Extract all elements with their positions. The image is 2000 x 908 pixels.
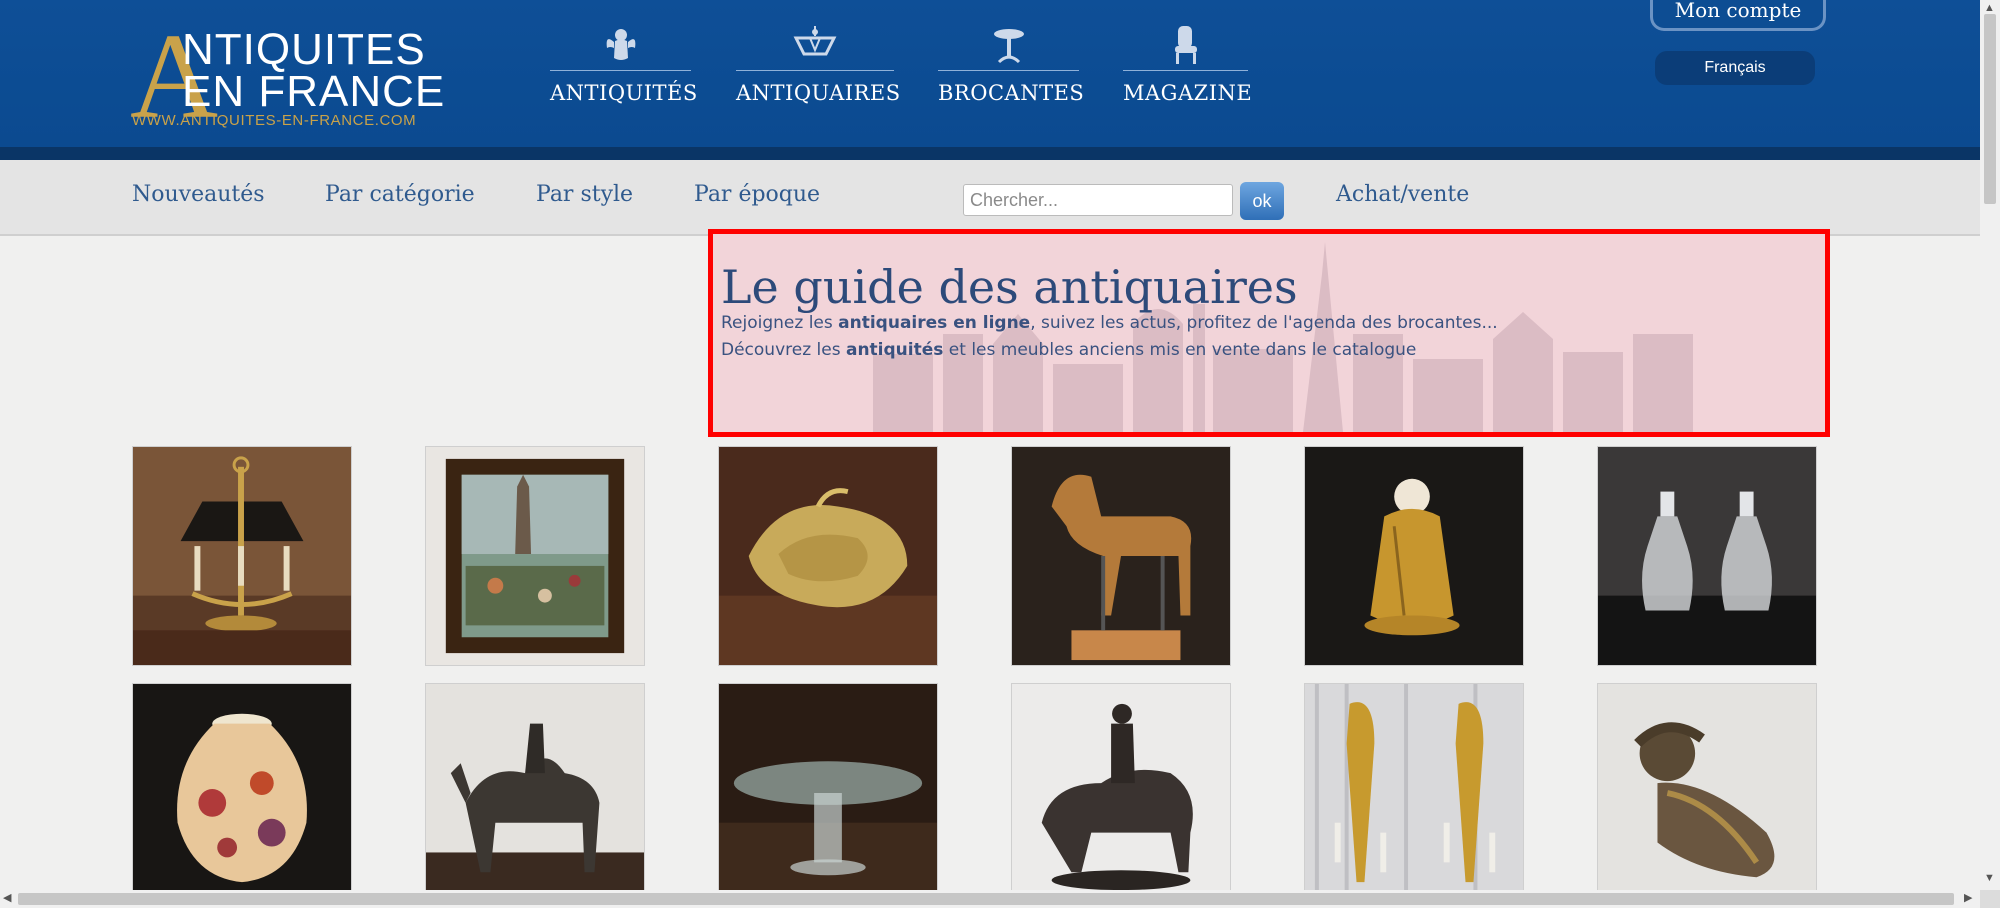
gilt-figure-image [1305, 447, 1523, 665]
chandelier-icon [793, 26, 837, 56]
subnav-nouveautes[interactable]: Nouveautés [132, 182, 265, 207]
product-thumb-8[interactable] [425, 683, 645, 903]
subnav-par-epoque[interactable]: Par époque [694, 182, 820, 207]
camel-rider-bronze-image [426, 684, 644, 902]
banner-line-2: Découvrez les antiquités et les meubles … [721, 340, 1416, 360]
banner-line-1: Rejoignez les antiquaires en ligne, suiv… [721, 313, 1498, 333]
nav-label: MAGAZINE [1123, 81, 1253, 105]
bouillotte-lamp-image [133, 447, 351, 665]
subnav-achat-vente[interactable]: Achat/vente [1336, 182, 1469, 207]
product-thumb-1[interactable] [132, 446, 352, 666]
glass-table-image [719, 684, 937, 902]
site-logo[interactable]: A NTIQUITES EN FRANCE WWW.ANTIQUITES-EN-… [130, 16, 450, 138]
nav-magazine[interactable]: MAGAZINE [1123, 24, 1252, 105]
banner-line-2-text: Découvrez les [721, 340, 846, 360]
vertical-scrollbar[interactable]: ▲ ▼ [1980, 0, 2000, 890]
scroll-up-arrow-icon[interactable]: ▲ [1984, 2, 1995, 14]
antiquites-link[interactable]: antiquités [846, 340, 943, 360]
guide-banner: Le guide des antiquaires Rejoignez les a… [708, 229, 1830, 437]
product-thumb-12[interactable] [1597, 683, 1817, 903]
banner-title: Le guide des antiquaires [721, 260, 1298, 314]
horizontal-scrollbar[interactable]: ◀ ▶ [0, 890, 1980, 908]
product-thumb-7[interactable] [132, 683, 352, 903]
product-thumb-6[interactable] [1597, 446, 1817, 666]
logo-line-1: NTIQUITES [182, 25, 426, 74]
scroll-right-arrow-icon[interactable]: ▶ [1964, 891, 1972, 904]
product-thumb-3[interactable] [718, 446, 938, 666]
nav-label: ANTIQUAIRES [736, 81, 901, 105]
logo-url: WWW.ANTIQUITES-EN-FRANCE.COM [132, 112, 417, 129]
scrollbar-corner [1980, 890, 2000, 908]
horizontal-scroll-thumb[interactable] [18, 893, 1954, 905]
antiquaires-en-ligne-link[interactable]: antiquaires en ligne [838, 313, 1030, 333]
reclining-child-bronze-image [1598, 684, 1816, 902]
product-thumb-10[interactable] [1011, 683, 1231, 903]
logo-line-2: EN FRANCE [182, 67, 446, 116]
subnav-par-categorie[interactable]: Par catégorie [325, 182, 475, 207]
nav-antiquites[interactable]: ANTIQUITÉS [550, 24, 697, 105]
product-thumb-11[interactable] [1304, 683, 1524, 903]
scroll-left-arrow-icon[interactable]: ◀ [3, 891, 11, 904]
floral-vase-image [133, 684, 351, 902]
site-header: A NTIQUITES EN FRANCE WWW.ANTIQUITES-EN-… [0, 0, 1980, 160]
product-thumb-9[interactable] [718, 683, 938, 903]
nav-label: BROCANTES [938, 81, 1085, 105]
horseman-bronze-image [1012, 684, 1230, 902]
cherub-icon [606, 29, 635, 60]
nav-label: ANTIQUITÉS [550, 81, 698, 105]
search-input[interactable] [963, 184, 1233, 216]
table-icon [993, 29, 1024, 64]
nav-antiquaires[interactable]: ANTIQUAIRES [736, 24, 900, 105]
chair-icon [1174, 26, 1197, 64]
wooden-horse-model-image [1012, 447, 1230, 665]
gilt-bronze-dish-image [719, 447, 937, 665]
product-thumb-2[interactable] [425, 446, 645, 666]
scroll-down-arrow-icon[interactable]: ▼ [1984, 872, 1995, 884]
product-thumb-4[interactable] [1011, 446, 1231, 666]
wall-sconces-image [1305, 684, 1523, 902]
banner-line-1-text-end: , suivez les actus, profitez de l'agenda… [1030, 313, 1498, 333]
language-selector[interactable]: Français [1655, 51, 1815, 85]
banner-line-1-text: Rejoignez les [721, 313, 839, 333]
banner-line-2-text-end: et les meubles anciens mis en vente dans… [943, 340, 1417, 360]
nav-brocantes[interactable]: BROCANTES [938, 24, 1084, 105]
product-thumb-5[interactable] [1304, 446, 1524, 666]
market-painting-image [426, 447, 644, 665]
search-button[interactable]: ok [1240, 182, 1284, 220]
subnav-par-style[interactable]: Par style [536, 182, 633, 207]
vertical-scroll-thumb[interactable] [1984, 14, 1996, 204]
secondary-nav: Nouveautés Par catégorie Par style Par é… [0, 160, 1980, 236]
account-button[interactable]: Mon compte [1650, 0, 1826, 31]
glass-decanters-image [1598, 447, 1816, 665]
